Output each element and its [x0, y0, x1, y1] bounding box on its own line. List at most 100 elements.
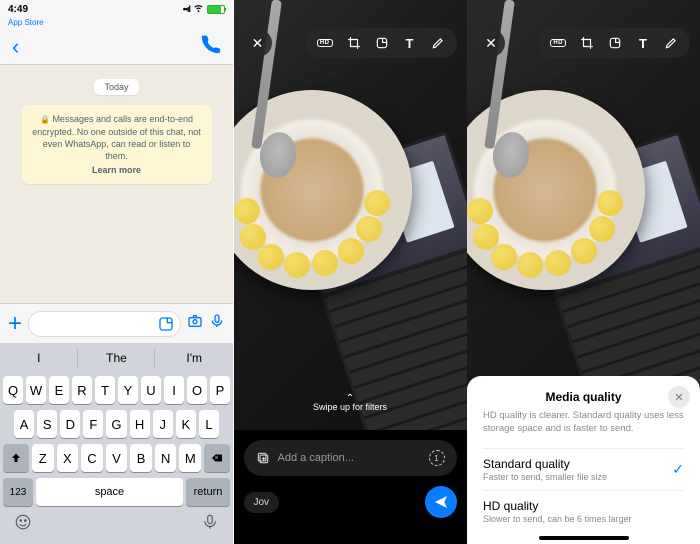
return-key[interactable]: return: [186, 478, 230, 506]
option-hd-quality[interactable]: HD quality Slower to send, can be 6 time…: [483, 490, 684, 532]
sticker-tool-button[interactable]: [375, 36, 389, 50]
attach-button[interactable]: +: [8, 310, 22, 338]
key-a[interactable]: A: [14, 410, 34, 438]
key-c[interactable]: C: [81, 444, 103, 472]
close-button[interactable]: ✕: [477, 29, 505, 57]
battery-icon: [207, 5, 225, 14]
status-indicators: ••ıl: [183, 2, 225, 16]
emoji-key[interactable]: [14, 513, 32, 536]
dictation-key[interactable]: [201, 513, 219, 536]
key-n[interactable]: N: [155, 444, 177, 472]
back-button[interactable]: ‹: [12, 34, 19, 60]
key-row-4: 123 space return: [0, 475, 233, 509]
key-r[interactable]: R: [72, 376, 92, 404]
key-f[interactable]: F: [83, 410, 103, 438]
prediction-3[interactable]: I'm: [155, 343, 233, 373]
recipient-chip[interactable]: Jov: [244, 492, 280, 513]
hd-button[interactable]: HD: [317, 39, 333, 47]
call-button[interactable]: [201, 34, 221, 59]
space-key[interactable]: space: [36, 478, 183, 506]
key-w[interactable]: W: [26, 376, 46, 404]
status-bar: 4:49 ••ıl: [0, 0, 233, 18]
key-e[interactable]: E: [49, 376, 69, 404]
chat-screen: 4:49 ••ıl App Store ‹ Today 🔒 Messages a…: [0, 0, 233, 544]
key-u[interactable]: U: [141, 376, 161, 404]
crop-button[interactable]: [347, 36, 361, 50]
tool-group: HD T: [305, 28, 457, 58]
status-time: 4:49: [8, 4, 28, 15]
option-subtitle: Faster to send, smaller file size: [483, 472, 672, 482]
backspace-key[interactable]: [204, 444, 230, 472]
chat-navbar: ‹: [0, 29, 233, 65]
tool-group: HD T: [538, 28, 690, 58]
key-z[interactable]: Z: [32, 444, 54, 472]
day-chip: Today: [94, 79, 138, 95]
key-o[interactable]: O: [187, 376, 207, 404]
signal-icon: ••ıl: [183, 4, 190, 14]
key-s[interactable]: S: [37, 410, 57, 438]
check-icon: ✓: [672, 461, 684, 478]
key-k[interactable]: K: [176, 410, 196, 438]
wifi-icon: [193, 2, 204, 16]
key-b[interactable]: B: [130, 444, 152, 472]
chat-input-bar: +: [0, 303, 233, 343]
shift-key[interactable]: [3, 444, 29, 472]
media-quality-sheet: ✕ Media quality HD quality is clearer. S…: [467, 376, 700, 544]
option-subtitle: Slower to send, can be 6 times larger: [483, 514, 684, 524]
option-title: Standard quality: [483, 457, 672, 471]
numbers-key[interactable]: 123: [3, 478, 33, 506]
key-g[interactable]: G: [106, 410, 126, 438]
encryption-notice[interactable]: 🔒 Messages and calls are end-to-end encr…: [22, 105, 212, 184]
caption-bar[interactable]: Add a caption...: [244, 440, 457, 476]
encryption-text: Messages and calls are end-to-end encryp…: [32, 114, 201, 161]
text-tool-button[interactable]: T: [636, 36, 650, 50]
sheet-close-button[interactable]: ✕: [668, 386, 690, 408]
sheet-description: HD quality is clearer. Standard quality …: [483, 410, 684, 436]
draw-tool-button[interactable]: [664, 36, 678, 50]
key-q[interactable]: Q: [3, 376, 23, 404]
key-t[interactable]: T: [95, 376, 115, 404]
lock-icon: 🔒: [40, 115, 50, 124]
text-tool-button[interactable]: T: [403, 36, 417, 50]
editor-toolbar: ✕ HD T: [467, 28, 700, 58]
key-y[interactable]: Y: [118, 376, 138, 404]
key-j[interactable]: J: [153, 410, 173, 438]
hd-button[interactable]: HD: [550, 39, 566, 47]
message-input[interactable]: [28, 311, 181, 337]
close-button[interactable]: ✕: [244, 29, 272, 57]
key-h[interactable]: H: [130, 410, 150, 438]
add-media-icon[interactable]: [256, 451, 270, 465]
key-x[interactable]: X: [57, 444, 79, 472]
crop-button[interactable]: [580, 36, 594, 50]
draw-tool-button[interactable]: [431, 36, 445, 50]
prediction-1[interactable]: I: [0, 343, 78, 373]
key-l[interactable]: L: [199, 410, 219, 438]
mic-button[interactable]: [209, 313, 225, 334]
sticker-button[interactable]: [158, 316, 174, 337]
prediction-2[interactable]: The: [78, 343, 156, 373]
sheet-title: Media quality: [483, 390, 684, 404]
key-row-1: QWERTYUIOP: [0, 373, 233, 407]
editor-toolbar: ✕ HD T: [234, 28, 467, 58]
send-button[interactable]: [425, 486, 457, 518]
view-once-button[interactable]: [429, 450, 445, 466]
keyboard: I The I'm QWERTYUIOP ASDFGHJKL ZXCVBNM 1…: [0, 343, 233, 544]
key-m[interactable]: M: [179, 444, 201, 472]
key-v[interactable]: V: [106, 444, 128, 472]
key-d[interactable]: D: [60, 410, 80, 438]
caption-input[interactable]: Add a caption...: [278, 452, 421, 464]
prediction-bar: I The I'm: [0, 343, 233, 373]
app-store-back[interactable]: App Store: [0, 18, 233, 29]
send-row: Jov: [244, 486, 457, 518]
sticker-tool-button[interactable]: [608, 36, 622, 50]
home-indicator[interactable]: [539, 536, 629, 540]
chat-body: Today 🔒 Messages and calls are end-to-en…: [0, 65, 233, 303]
learn-more-link[interactable]: Learn more: [32, 164, 202, 176]
option-standard-quality[interactable]: Standard quality Faster to send, smaller…: [483, 448, 684, 490]
key-row-2: ASDFGHJKL: [0, 407, 233, 441]
key-p[interactable]: P: [210, 376, 230, 404]
camera-button[interactable]: [187, 313, 203, 334]
photo-preview[interactable]: [234, 0, 467, 430]
key-i[interactable]: I: [164, 376, 184, 404]
keyboard-bottom: [0, 509, 233, 544]
